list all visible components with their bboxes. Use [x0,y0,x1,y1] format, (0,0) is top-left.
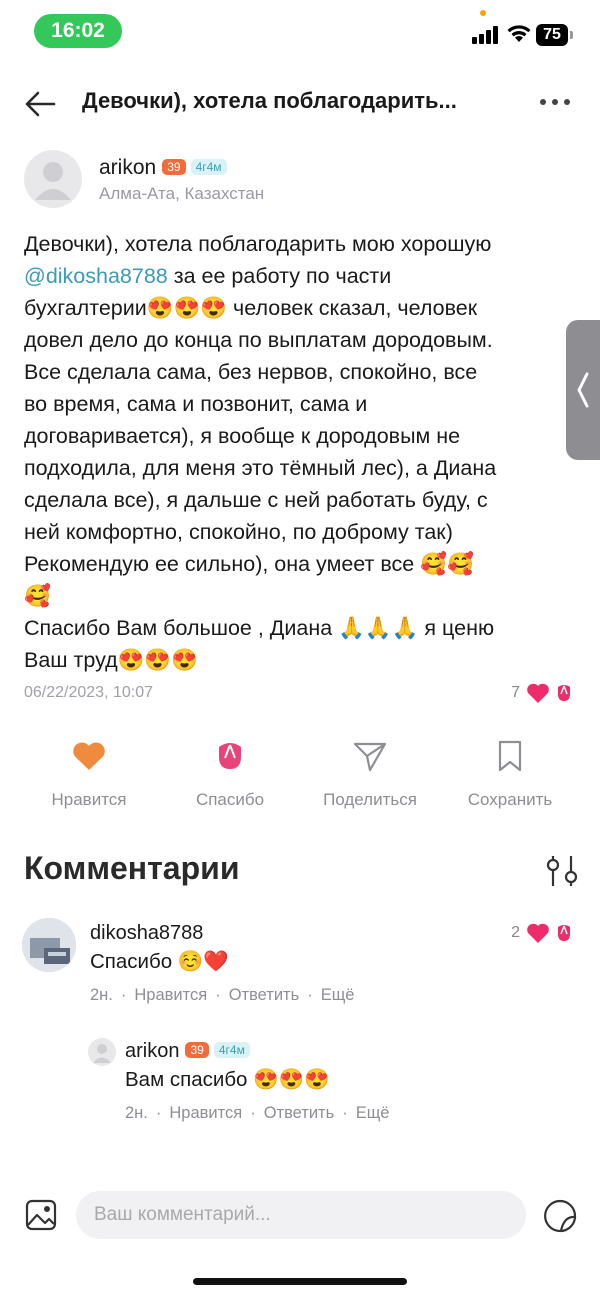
post-line: Все сделала сама, без нервов, спокойно, … [24,360,478,384]
status-time: 16:02 [34,14,122,48]
post-line: бухгалтерии😍😍😍 человек сказал, человек [24,296,478,320]
filter-icon[interactable] [544,853,580,889]
level-badge: 39 [162,159,186,175]
avatar[interactable] [88,1038,116,1066]
default-avatar-icon [35,162,71,200]
avatar[interactable] [22,918,76,972]
comment-input[interactable] [76,1191,526,1239]
post-line: довел дело до конца по выплатам дородовы… [24,328,493,352]
user-photo-icon [22,918,76,972]
chevron-left-icon [577,372,589,408]
thanks-button[interactable]: Спасибо [170,736,290,810]
post-line: сделала все), я дальше с ней работать бу… [24,488,488,512]
more-icon[interactable] [540,92,576,112]
tulip-icon [219,743,241,769]
mention-link[interactable]: @dikosha8788 [24,264,168,288]
default-avatar-icon [93,1044,111,1063]
heart-icon [73,742,105,770]
reply-time: 2н. [125,1104,148,1122]
save-button[interactable]: Сохранить [450,736,570,810]
comment-like-button[interactable]: Нравится [134,986,207,1004]
age-badge: 4г4м [190,159,227,175]
like-label: Нравится [51,790,127,809]
share-label: Поделиться [323,790,417,809]
battery-level: 75 [536,24,568,46]
signal-icon [472,26,500,44]
reply-author-text[interactable]: arikon [125,1040,179,1062]
side-drawer-handle[interactable] [566,320,600,460]
heart-icon [527,923,549,943]
author-name-text[interactable]: arikon [99,156,156,179]
reply-author[interactable]: arikon 39 4г4м [125,1040,250,1063]
post-line: Спасибо Вам большое , Диана 🙏🙏🙏 я ценю [24,616,495,640]
post-line: подходила, для меня это тёмный лес), а Д… [24,456,497,480]
bookmark-icon [498,740,522,772]
comment-text: Спасибо ☺️❤️ [90,950,229,973]
reply-reply-button[interactable]: Ответить [264,1104,335,1122]
reply-like-button[interactable]: Нравится [169,1104,242,1122]
avatar[interactable] [24,150,82,208]
post-line: Ваш труд😍😍😍 [24,648,198,672]
reply-meta: 2н. · Нравится · Ответить · Ещё [125,1104,390,1122]
age-badge: 4г4м [213,1042,250,1058]
reaction-count: 7 [511,684,520,701]
post-line: договаривается), я вообще к дородовым не [24,424,461,448]
post-line: ней комфортно, спокойно, по доброму так) [24,520,453,544]
heart-icon [527,683,549,703]
reply-more-button[interactable]: Ещё [356,1104,390,1122]
tulip-icon [558,685,570,701]
post-line: Рекомендую ее сильно), она умеет все 🥰🥰 [24,552,474,576]
post-text: Девочки), хотела поблагодарить мою хорош… [24,228,572,676]
tulip-icon [558,925,570,941]
send-icon [353,742,387,772]
privacy-indicator [480,10,486,16]
comment-author[interactable]: dikosha8788 [90,922,203,945]
sticker-icon[interactable] [542,1198,578,1234]
post-meta: 06/22/2023, 10:07 7 [24,682,576,708]
comment-input-bar [0,1190,600,1242]
comment-reply-button[interactable]: Ответить [229,986,300,1004]
battery-icon: 75 [536,24,574,46]
like-button[interactable]: Нравится [29,736,149,810]
level-badge: 39 [185,1042,209,1058]
comments-title: Комментарии [24,850,240,886]
comment-reactions[interactable]: 2 [511,922,576,944]
share-button[interactable]: Поделиться [310,736,430,810]
author-location: Алма-Ата, Казахстан [99,184,265,203]
back-arrow-icon[interactable] [22,86,58,122]
comment-more-button[interactable]: Ещё [321,986,355,1004]
page-title: Девочки), хотела поблагодарить... [82,88,457,113]
wifi-icon [507,25,531,42]
reply-text: Вам спасибо 😍😍😍 [125,1068,330,1091]
reaction-count: 2 [511,924,520,941]
comment-time: 2н. [90,986,113,1004]
post-line: 🥰 [24,584,51,608]
post-line: Девочки), хотела поблагодарить мою хорош… [24,232,492,256]
post-line: за ее работу по части [167,264,392,288]
post-actions: Нравится Спасибо Поделиться Сохранить [0,736,600,816]
post-date: 06/22/2023, 10:07 [24,684,154,701]
status-bar: 16:02 75 [0,0,600,62]
home-indicator [193,1278,407,1285]
post-author[interactable]: arikon 39 4г4м Алма-Ата, Казахстан [24,150,584,212]
comment-item: dikosha8788 Спасибо ☺️❤️ 2н. · Нравится · От… [22,918,582,1018]
post-header: Девочки), хотела поблагодарить... [0,76,600,132]
comment-meta: 2н. · Нравится · Ответить · Ещё [90,986,355,1004]
post-line: во время, сама и позвонит, сама и [24,392,368,416]
author-name[interactable]: arikon 39 4г4м [99,156,227,180]
thanks-label: Спасибо [195,790,265,809]
save-label: Сохранить [467,790,553,809]
reply-item: arikon 39 4г4м Вам спасибо 😍😍😍 2н. · Нравитс… [88,1038,568,1138]
post-reactions[interactable]: 7 [511,682,576,704]
image-icon[interactable] [24,1198,58,1232]
